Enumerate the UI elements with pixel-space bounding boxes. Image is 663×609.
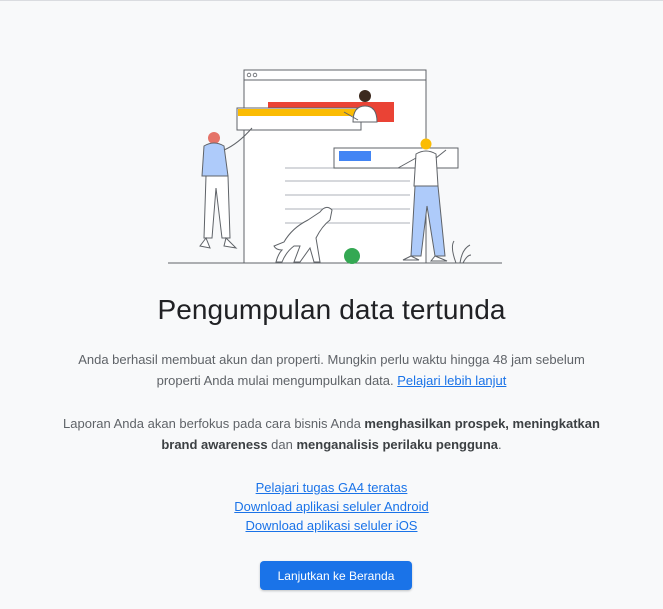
account-created-paragraph: Anda berhasil membuat akun dan properti.… — [60, 349, 603, 391]
report-focus-text-3: . — [498, 437, 502, 452]
report-focus-paragraph: Laporan Anda akan berfokus pada cara bis… — [60, 413, 603, 455]
resource-links: Pelajari tugas GA4 teratas Download apli… — [0, 478, 663, 535]
page-title: Pengumpulan data tertunda — [157, 294, 506, 325]
account-created-text: Anda berhasil membuat akun dan properti.… — [78, 352, 585, 388]
report-focus-text-1: Laporan Anda akan berfokus pada cara bis… — [63, 416, 365, 431]
android-app-link[interactable]: Download aplikasi seluler Android — [0, 497, 663, 516]
data-collection-illustration — [168, 69, 502, 264]
report-focus-bold-2: menganalisis perilaku pengguna — [296, 437, 499, 452]
learn-more-link[interactable]: Pelajari lebih lanjut — [397, 373, 506, 388]
continue-to-home-button[interactable]: Lanjutkan ke Beranda — [260, 561, 412, 590]
report-focus-text-2: dan — [267, 437, 297, 452]
ios-app-link[interactable]: Download aplikasi seluler iOS — [0, 516, 663, 535]
top-divider — [0, 0, 663, 1]
ga4-tasks-link[interactable]: Pelajari tugas GA4 teratas — [0, 478, 663, 497]
